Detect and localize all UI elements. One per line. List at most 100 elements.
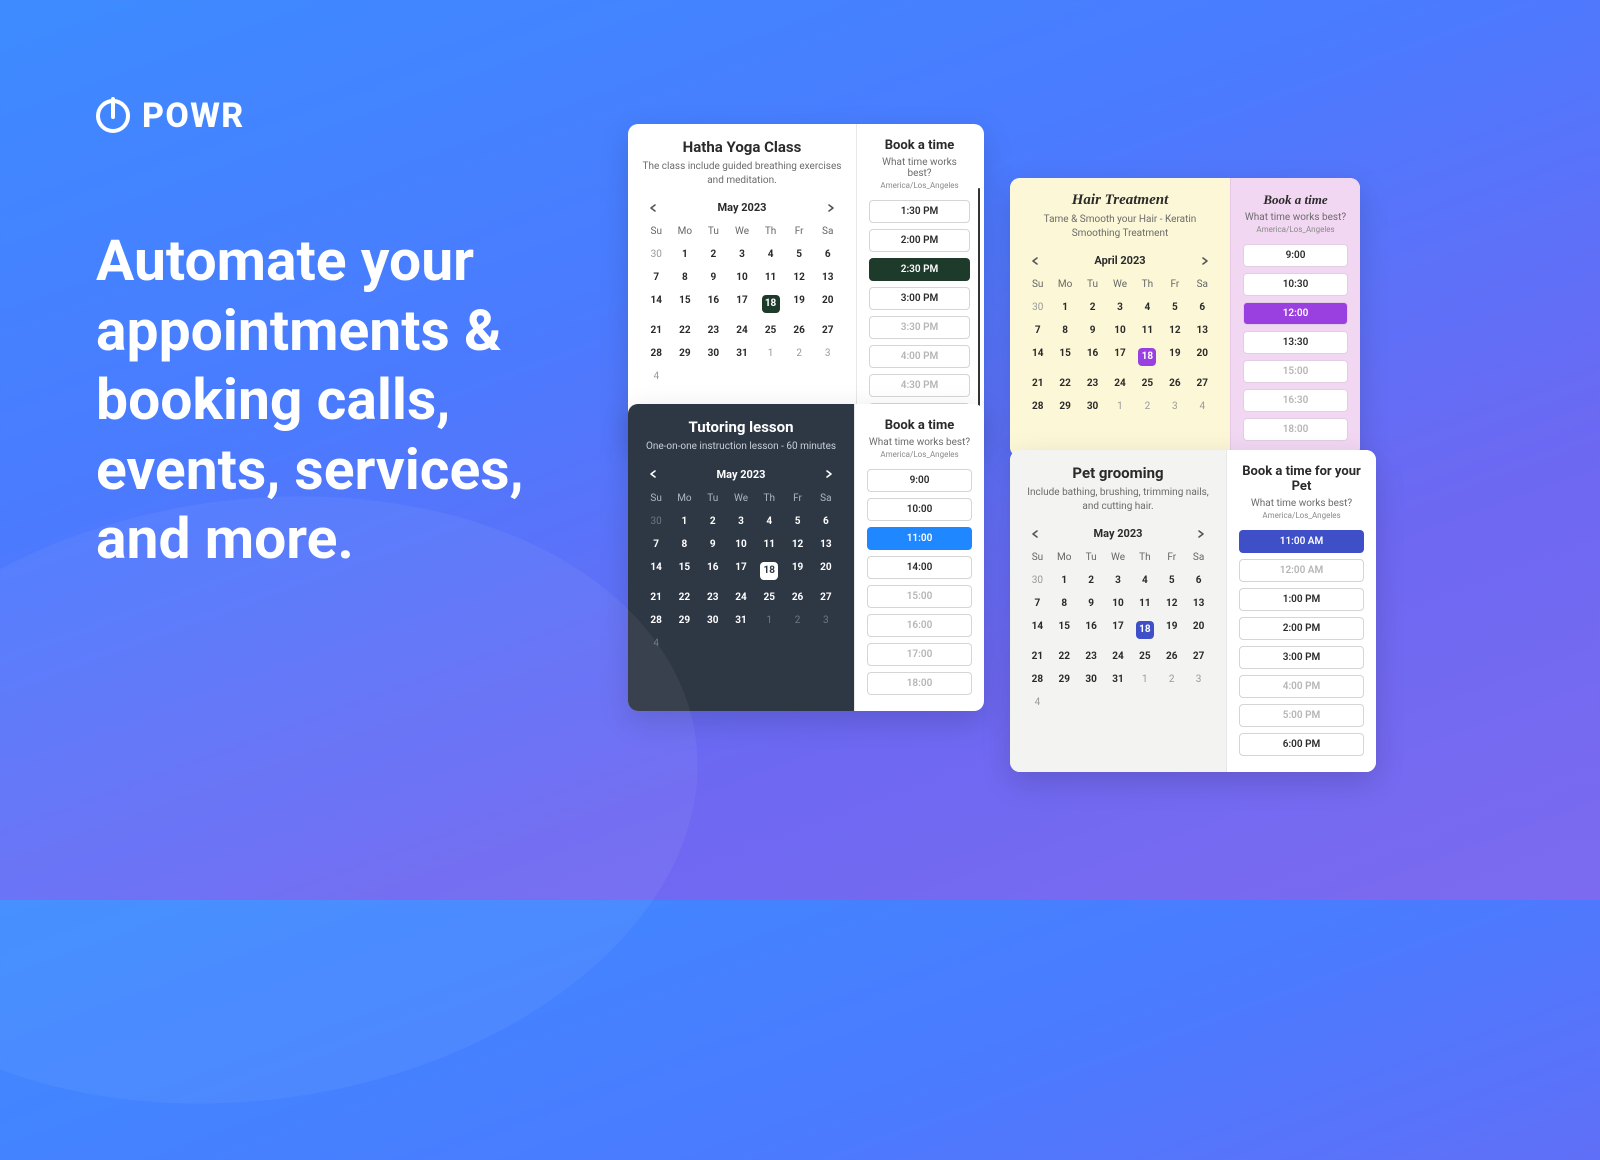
time-slot[interactable]: 3:00 PM xyxy=(1239,646,1364,669)
calendar-day[interactable]: 10 xyxy=(1105,594,1132,613)
calendar-day[interactable]: 22 xyxy=(1051,374,1078,393)
calendar-day[interactable]: 28 xyxy=(1024,670,1051,689)
calendar-day[interactable]: 2 xyxy=(699,245,728,264)
calendar-day[interactable]: 27 xyxy=(1185,647,1212,666)
calendar-day[interactable]: 19 xyxy=(1158,617,1185,643)
calendar-day-other-month[interactable]: 30 xyxy=(1024,298,1051,317)
calendar-day[interactable]: 3 xyxy=(1105,571,1132,590)
calendar-day[interactable]: 12 xyxy=(1158,594,1185,613)
calendar-day-other-month[interactable]: 2 xyxy=(785,344,814,363)
calendar-day-other-month[interactable]: 2 xyxy=(1158,670,1185,689)
calendar-day[interactable]: 13 xyxy=(1185,594,1212,613)
calendar-day[interactable]: 27 xyxy=(1189,374,1216,393)
calendar-day-other-month[interactable]: 3 xyxy=(1185,670,1212,689)
calendar-day[interactable]: 18 xyxy=(755,558,783,584)
calendar-day[interactable]: 28 xyxy=(642,611,670,630)
calendar-day[interactable]: 11 xyxy=(756,268,785,287)
calendar-day[interactable]: 2 xyxy=(1079,298,1106,317)
calendar-day[interactable]: 23 xyxy=(699,588,727,607)
calendar-day[interactable]: 21 xyxy=(642,321,671,340)
time-slot[interactable]: 13:30 xyxy=(1243,331,1348,354)
calendar-day[interactable]: 28 xyxy=(642,344,671,363)
time-slot[interactable]: 5:00 PM xyxy=(1239,704,1364,727)
calendar-day[interactable]: 2 xyxy=(1078,571,1105,590)
calendar-day[interactable]: 30 xyxy=(699,344,728,363)
calendar-day[interactable]: 4 xyxy=(1131,571,1158,590)
calendar-day[interactable]: 21 xyxy=(1024,647,1051,666)
calendar-day[interactable]: 1 xyxy=(1051,298,1078,317)
calendar-day[interactable]: 18 xyxy=(1134,344,1161,370)
calendar-day[interactable]: 13 xyxy=(813,268,842,287)
calendar-day[interactable]: 16 xyxy=(699,558,727,584)
calendar-day-other-month[interactable]: 2 xyxy=(783,611,811,630)
calendar-day[interactable]: 14 xyxy=(1024,617,1051,643)
calendar-day[interactable]: 13 xyxy=(812,535,840,554)
calendar-day[interactable]: 23 xyxy=(699,321,728,340)
calendar-day[interactable]: 8 xyxy=(670,535,698,554)
prev-month-button[interactable] xyxy=(1030,529,1040,539)
calendar-day[interactable]: 17 xyxy=(1106,344,1133,370)
calendar-day-other-month[interactable]: 4 xyxy=(642,634,670,653)
calendar-day[interactable]: 19 xyxy=(785,291,814,317)
calendar-day[interactable]: 4 xyxy=(1134,298,1161,317)
calendar-day[interactable]: 29 xyxy=(670,611,698,630)
time-slot[interactable]: 4:00 PM xyxy=(869,345,970,368)
calendar-day[interactable]: 12 xyxy=(1161,321,1188,340)
calendar-day[interactable]: 22 xyxy=(670,588,698,607)
calendar-day[interactable]: 21 xyxy=(1024,374,1051,393)
calendar-day[interactable]: 21 xyxy=(642,588,670,607)
calendar-day[interactable]: 29 xyxy=(671,344,700,363)
calendar-day[interactable]: 31 xyxy=(728,344,757,363)
calendar-day[interactable]: 9 xyxy=(699,268,728,287)
time-slot[interactable]: 10:00 xyxy=(867,498,972,521)
time-slot[interactable]: 10:30 xyxy=(1243,273,1348,296)
calendar-day[interactable]: 31 xyxy=(1105,670,1132,689)
time-slot[interactable]: 6:00 PM xyxy=(1239,733,1364,756)
calendar-day[interactable]: 5 xyxy=(1161,298,1188,317)
calendar-day[interactable]: 5 xyxy=(785,245,814,264)
time-slot[interactable]: 2:30 PM xyxy=(869,258,970,281)
calendar-day-other-month[interactable]: 1 xyxy=(1106,397,1133,416)
calendar-day[interactable]: 11 xyxy=(1134,321,1161,340)
calendar-day[interactable]: 16 xyxy=(1079,344,1106,370)
time-slot[interactable]: 18:00 xyxy=(1243,418,1348,441)
calendar-day[interactable]: 12 xyxy=(783,535,811,554)
calendar-day[interactable]: 19 xyxy=(783,558,811,584)
calendar-day[interactable]: 14 xyxy=(642,558,670,584)
calendar-day[interactable]: 20 xyxy=(812,558,840,584)
calendar-day[interactable]: 25 xyxy=(756,321,785,340)
calendar-day[interactable]: 13 xyxy=(1189,321,1216,340)
calendar-day[interactable]: 26 xyxy=(1158,647,1185,666)
time-slot[interactable]: 1:00 PM xyxy=(1239,588,1364,611)
calendar-day-other-month[interactable]: 2 xyxy=(1134,397,1161,416)
time-slot[interactable]: 16:00 xyxy=(867,614,972,637)
time-slot[interactable]: 11:00 AM xyxy=(1239,530,1364,553)
calendar-day[interactable]: 31 xyxy=(727,611,755,630)
calendar-day[interactable]: 11 xyxy=(1131,594,1158,613)
calendar-day[interactable]: 8 xyxy=(1051,594,1078,613)
time-slot[interactable]: 1:30 PM xyxy=(869,200,970,223)
prev-month-button[interactable] xyxy=(648,469,658,479)
calendar-day[interactable]: 18 xyxy=(756,291,785,317)
calendar-day[interactable]: 24 xyxy=(1106,374,1133,393)
calendar-day[interactable]: 17 xyxy=(728,291,757,317)
calendar-day[interactable]: 7 xyxy=(642,268,671,287)
calendar-day-other-month[interactable]: 1 xyxy=(756,344,785,363)
calendar-day[interactable]: 6 xyxy=(1189,298,1216,317)
calendar-day[interactable]: 3 xyxy=(727,512,755,531)
time-slot[interactable]: 4:00 PM xyxy=(1239,675,1364,698)
calendar-day[interactable]: 27 xyxy=(813,321,842,340)
calendar-day[interactable]: 6 xyxy=(813,245,842,264)
calendar-day[interactable]: 15 xyxy=(1051,617,1078,643)
calendar-day[interactable]: 26 xyxy=(785,321,814,340)
calendar-day[interactable]: 1 xyxy=(671,245,700,264)
calendar-day[interactable]: 30 xyxy=(1078,670,1105,689)
calendar-day[interactable]: 9 xyxy=(1079,321,1106,340)
time-slot[interactable]: 11:00 xyxy=(867,527,972,550)
calendar-day-other-month[interactable]: 1 xyxy=(1131,670,1158,689)
time-slot[interactable]: 9:00 xyxy=(867,469,972,492)
calendar-day[interactable]: 30 xyxy=(699,611,727,630)
calendar-day[interactable]: 14 xyxy=(642,291,671,317)
calendar-day[interactable]: 20 xyxy=(1189,344,1216,370)
calendar-day[interactable]: 12 xyxy=(785,268,814,287)
